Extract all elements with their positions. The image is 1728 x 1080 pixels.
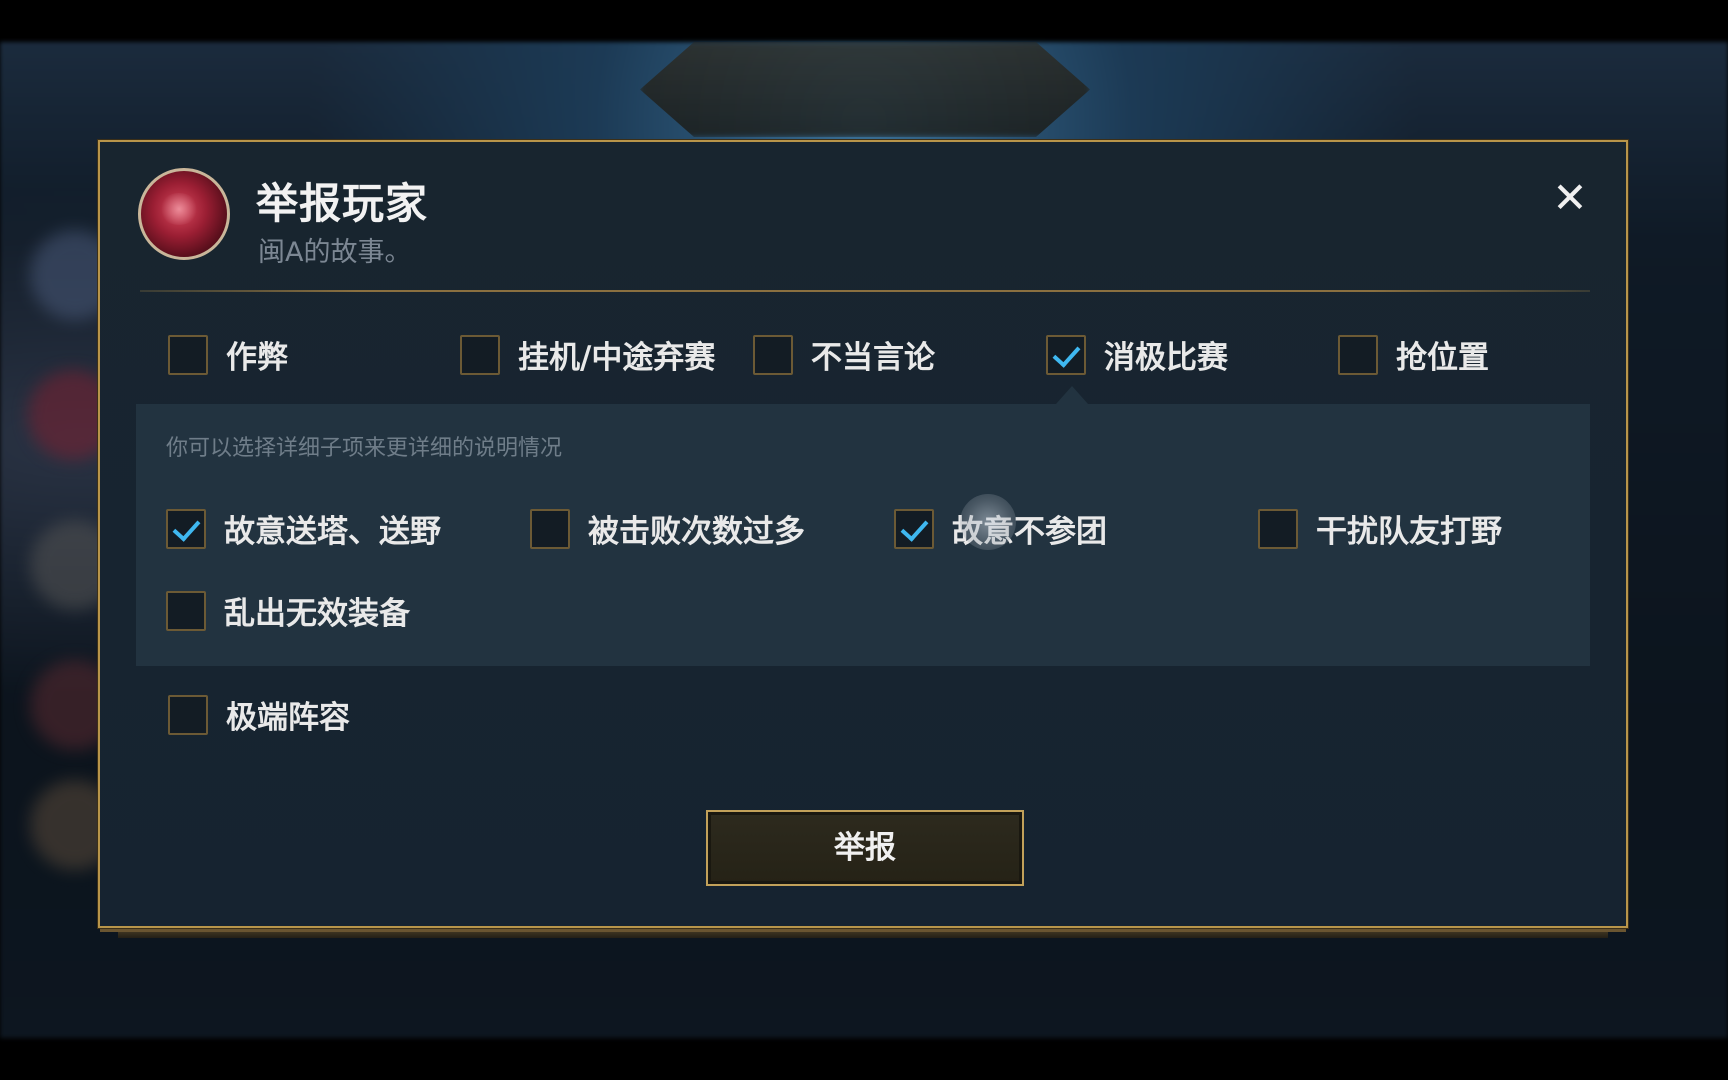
sub-option-label: 干扰队友打野 bbox=[1316, 514, 1502, 550]
sub-option-label: 被击败次数过多 bbox=[588, 514, 805, 550]
category-label: 抢位置 bbox=[1396, 340, 1489, 376]
checkbox[interactable] bbox=[1338, 334, 1378, 375]
category-negative-play[interactable]: 消极比赛 bbox=[1046, 332, 1228, 377]
category-label: 挂机/中途弃赛 bbox=[518, 340, 716, 376]
category-inappropriate-speech[interactable]: 不当言论 bbox=[753, 332, 935, 377]
sub-option-label: 故意不参团 bbox=[952, 514, 1107, 550]
checkbox[interactable] bbox=[168, 694, 208, 735]
report-player-dialog: 举报玩家 闽A的故事。 ✕ 作弊 挂机/中途弃赛 不当言论 消极比赛 抢位置 你… bbox=[98, 140, 1628, 928]
category-cheating[interactable]: 作弊 bbox=[168, 332, 288, 377]
dialog-shadow bbox=[118, 928, 1608, 938]
sub-options-hint: 你可以选择详细子项来更详细的说明情况 bbox=[166, 436, 563, 461]
checkbox-checked[interactable] bbox=[1046, 334, 1086, 375]
checkbox[interactable] bbox=[753, 334, 793, 375]
checkbox[interactable] bbox=[1258, 508, 1298, 549]
report-button[interactable]: 举报 bbox=[706, 810, 1024, 886]
player-avatar bbox=[138, 168, 230, 260]
dialog-title: 举报玩家 bbox=[256, 179, 429, 228]
sub-option-jungle-interference[interactable]: 干扰队友打野 bbox=[1258, 506, 1502, 551]
checkbox[interactable] bbox=[168, 334, 208, 375]
checkbox[interactable] bbox=[530, 508, 570, 549]
sub-option-label: 故意送塔、送野 bbox=[224, 514, 441, 550]
sub-options-panel: 你可以选择详细子项来更详细的说明情况 故意送塔、送野 被击败次数过多 故意不参团… bbox=[136, 404, 1590, 666]
checkbox[interactable] bbox=[166, 590, 206, 631]
category-role-stealing[interactable]: 抢位置 bbox=[1338, 332, 1489, 377]
checkbox-checked[interactable] bbox=[166, 508, 206, 549]
category-extreme-lineup[interactable]: 极端阵容 bbox=[168, 692, 350, 737]
checkbox[interactable] bbox=[460, 334, 500, 375]
player-name: 闽A的故事。 bbox=[258, 237, 412, 268]
category-afk[interactable]: 挂机/中途弃赛 bbox=[460, 332, 715, 377]
category-label: 作弊 bbox=[226, 340, 288, 376]
category-label: 极端阵容 bbox=[226, 700, 350, 736]
sub-option-no-teamfight[interactable]: 故意不参团 bbox=[894, 506, 1107, 551]
category-label: 消极比赛 bbox=[1104, 340, 1228, 376]
sub-option-useless-items[interactable]: 乱出无效装备 bbox=[166, 588, 410, 633]
close-icon[interactable]: ✕ bbox=[1550, 177, 1590, 219]
background-banner bbox=[640, 42, 1090, 137]
sub-option-feeding[interactable]: 故意送塔、送野 bbox=[166, 506, 441, 551]
sub-panel-pointer bbox=[1056, 386, 1088, 404]
checkbox-checked[interactable] bbox=[894, 508, 934, 549]
sub-option-too-many-deaths[interactable]: 被击败次数过多 bbox=[530, 506, 805, 551]
header-divider bbox=[140, 290, 1590, 292]
category-label: 不当言论 bbox=[811, 340, 935, 376]
sub-option-label: 乱出无效装备 bbox=[224, 596, 410, 632]
